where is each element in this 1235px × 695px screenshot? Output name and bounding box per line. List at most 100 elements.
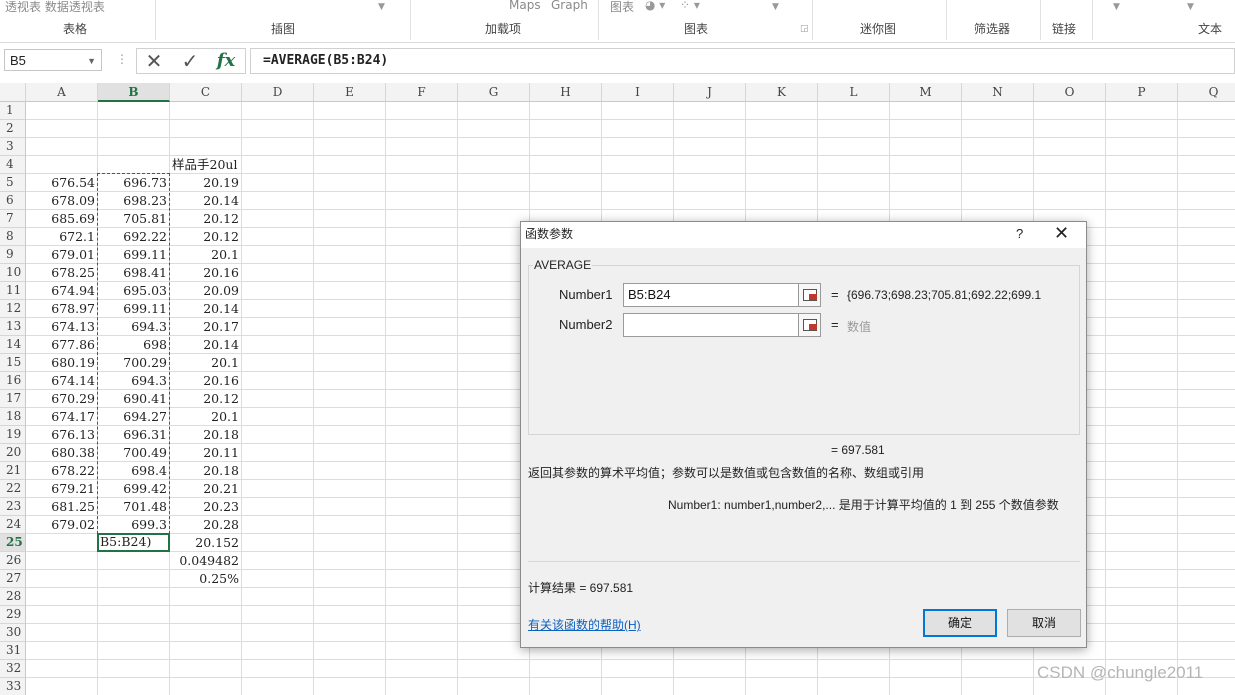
cell-c6[interactable]: 20.14 — [170, 192, 242, 210]
cell-n33[interactable] — [962, 678, 1034, 695]
cell-k4[interactable] — [746, 156, 818, 174]
column-header-c[interactable]: C — [170, 83, 242, 102]
cell-j32[interactable] — [674, 660, 746, 678]
row-header-10[interactable]: 10 — [0, 264, 26, 282]
chevron-down-icon[interactable]: ▼ — [1187, 2, 1194, 12]
cell-f5[interactable] — [386, 174, 458, 192]
cell-i4[interactable] — [602, 156, 674, 174]
cell-p8[interactable] — [1106, 228, 1178, 246]
cell-e8[interactable] — [314, 228, 386, 246]
cell-a32[interactable] — [26, 660, 98, 678]
cell-n5[interactable] — [962, 174, 1034, 192]
cell-c9[interactable]: 20.1 — [170, 246, 242, 264]
cell-d19[interactable] — [242, 426, 314, 444]
cell-p15[interactable] — [1106, 354, 1178, 372]
cell-f24[interactable] — [386, 516, 458, 534]
cell-c15[interactable]: 20.1 — [170, 354, 242, 372]
cell-c16[interactable]: 20.16 — [170, 372, 242, 390]
cell-f4[interactable] — [386, 156, 458, 174]
cell-e17[interactable] — [314, 390, 386, 408]
cell-m32[interactable] — [890, 660, 962, 678]
cell-c3[interactable] — [170, 138, 242, 156]
cell-d6[interactable] — [242, 192, 314, 210]
cell-b5[interactable]: 696.73 — [98, 174, 170, 192]
cell-f23[interactable] — [386, 498, 458, 516]
cell-c29[interactable] — [170, 606, 242, 624]
cell-a24[interactable]: 679.02 — [26, 516, 98, 534]
cell-q29[interactable] — [1178, 606, 1235, 624]
cell-a8[interactable]: 672.1 — [26, 228, 98, 246]
cell-b20[interactable]: 700.49 — [98, 444, 170, 462]
cell-a26[interactable] — [26, 552, 98, 570]
row-header-22[interactable]: 22 — [0, 480, 26, 498]
cell-h33[interactable] — [530, 678, 602, 695]
cell-o2[interactable] — [1034, 120, 1106, 138]
cell-p20[interactable] — [1106, 444, 1178, 462]
cell-p18[interactable] — [1106, 408, 1178, 426]
cell-b29[interactable] — [98, 606, 170, 624]
row-header-5[interactable]: 5 — [0, 174, 26, 192]
cell-q13[interactable] — [1178, 318, 1235, 336]
column-header-e[interactable]: E — [314, 83, 386, 102]
cell-i32[interactable] — [602, 660, 674, 678]
chevron-down-icon[interactable]: ▼ — [1113, 2, 1120, 12]
cell-c28[interactable] — [170, 588, 242, 606]
cell-d26[interactable] — [242, 552, 314, 570]
cell-d31[interactable] — [242, 642, 314, 660]
cell-l3[interactable] — [818, 138, 890, 156]
cell-i6[interactable] — [602, 192, 674, 210]
cell-e11[interactable] — [314, 282, 386, 300]
cell-c8[interactable]: 20.12 — [170, 228, 242, 246]
cell-d29[interactable] — [242, 606, 314, 624]
cell-c19[interactable]: 20.18 — [170, 426, 242, 444]
cell-p6[interactable] — [1106, 192, 1178, 210]
cell-c14[interactable]: 20.14 — [170, 336, 242, 354]
cell-p3[interactable] — [1106, 138, 1178, 156]
cell-f2[interactable] — [386, 120, 458, 138]
cell-b2[interactable] — [98, 120, 170, 138]
more-icon[interactable]: ⋮ — [116, 52, 128, 66]
row-header-23[interactable]: 23 — [0, 498, 26, 516]
row-header-30[interactable]: 30 — [0, 624, 26, 642]
cell-a9[interactable]: 679.01 — [26, 246, 98, 264]
cell-q23[interactable] — [1178, 498, 1235, 516]
cell-p12[interactable] — [1106, 300, 1178, 318]
cell-q4[interactable] — [1178, 156, 1235, 174]
cell-g6[interactable] — [458, 192, 530, 210]
cell-b6[interactable]: 698.23 — [98, 192, 170, 210]
cell-a17[interactable]: 670.29 — [26, 390, 98, 408]
column-header-b[interactable]: B — [98, 83, 170, 102]
cell-d13[interactable] — [242, 318, 314, 336]
cell-g33[interactable] — [458, 678, 530, 695]
column-header-q[interactable]: Q — [1178, 83, 1235, 102]
cell-b18[interactable]: 694.27 — [98, 408, 170, 426]
cell-q10[interactable] — [1178, 264, 1235, 282]
cell-n4[interactable] — [962, 156, 1034, 174]
cell-b30[interactable] — [98, 624, 170, 642]
cell-d30[interactable] — [242, 624, 314, 642]
cell-f25[interactable] — [386, 534, 458, 552]
cell-b17[interactable]: 690.41 — [98, 390, 170, 408]
cell-q28[interactable] — [1178, 588, 1235, 606]
cell-c2[interactable] — [170, 120, 242, 138]
row-header-3[interactable]: 3 — [0, 138, 26, 156]
row-header-12[interactable]: 12 — [0, 300, 26, 318]
ribbon-maps[interactable]: Maps — [509, 0, 541, 12]
cell-i3[interactable] — [602, 138, 674, 156]
cell-p25[interactable] — [1106, 534, 1178, 552]
cell-b3[interactable] — [98, 138, 170, 156]
cell-d11[interactable] — [242, 282, 314, 300]
cell-b21[interactable]: 698.4 — [98, 462, 170, 480]
cell-h32[interactable] — [530, 660, 602, 678]
cell-b9[interactable]: 699.11 — [98, 246, 170, 264]
row-header-31[interactable]: 31 — [0, 642, 26, 660]
chevron-down-icon[interactable]: ▼ — [87, 50, 96, 72]
cell-m4[interactable] — [890, 156, 962, 174]
cell-e19[interactable] — [314, 426, 386, 444]
cell-f7[interactable] — [386, 210, 458, 228]
cell-a16[interactable]: 674.14 — [26, 372, 98, 390]
number2-input[interactable] — [623, 313, 799, 337]
cell-e4[interactable] — [314, 156, 386, 174]
cell-c23[interactable]: 20.23 — [170, 498, 242, 516]
chevron-down-icon[interactable]: ▼ — [772, 2, 779, 12]
